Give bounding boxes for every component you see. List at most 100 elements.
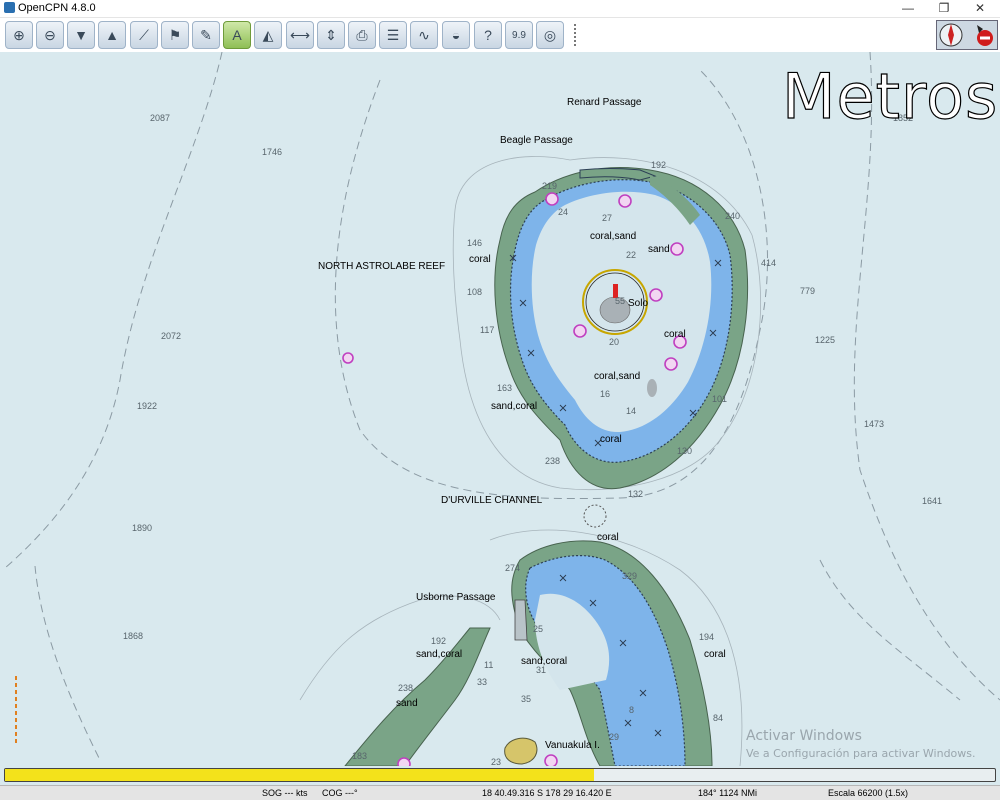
depth-sounding: 33 — [477, 677, 488, 687]
status-bar: SOG --- kts COG ---° 18 40.49.316 S 178 … — [0, 785, 1000, 800]
title-bar: OpenCPN 4.8.0 — ❐ ✕ — [0, 0, 1000, 18]
depth-sounding: 219 — [542, 181, 558, 191]
depth-sounding: 2072 — [161, 331, 182, 341]
depth-sounding: 8 — [629, 705, 635, 715]
depth-sounding: 132 — [628, 489, 644, 499]
bottom-label: coral,sand — [590, 231, 637, 242]
depth-sounding: 1473 — [864, 419, 885, 429]
bottom-label: coral,sand — [594, 371, 641, 382]
bottom-label: coral — [704, 649, 726, 660]
bottom-label: sand — [648, 244, 670, 255]
depth-sounding: 146 — [467, 238, 483, 248]
status-scale: Escala 66200 (1.5x) — [828, 788, 909, 798]
track-icon[interactable]: ◭ — [254, 21, 282, 49]
progress-fill — [5, 769, 595, 781]
bottom-label: sand,coral — [491, 401, 538, 412]
status-position: 18 40.49.316 S 178 29 16.420 E — [482, 788, 612, 798]
label-usborne-passage: Usborne Passage — [416, 592, 496, 603]
bottom-label: coral — [664, 329, 686, 340]
status-cog: COG ---° — [322, 788, 358, 798]
lifebuoy-icon[interactable]: ◎ — [536, 21, 564, 49]
depth-sounding: 779 — [800, 286, 816, 296]
depth-sounding: 183 — [352, 751, 368, 761]
close-button[interactable]: ✕ — [964, 0, 996, 17]
bottom-label: sand,coral — [416, 649, 463, 660]
depth-sounding: 35 — [521, 694, 532, 704]
depth-sounding: 192 — [431, 636, 447, 646]
depth-sounding: 11 — [484, 660, 494, 670]
toolbar-grip[interactable] — [574, 24, 580, 46]
depth-sounding: 192 — [651, 160, 667, 170]
bottom-label: coral — [597, 532, 619, 543]
depth-sounding: 31 — [536, 665, 547, 675]
chart-canvas[interactable]: Renard Passage Beagle Passage NORTH ASTR… — [0, 52, 1000, 766]
depth-sounding: 101 — [712, 394, 728, 404]
scale-out-icon[interactable]: ▲ — [98, 21, 126, 49]
depth-sounding: 1890 — [132, 523, 153, 533]
route-manager-icon[interactable]: ☰ — [379, 21, 407, 49]
depth-sounding: 22 — [626, 250, 637, 260]
depth-sounding: 23 — [491, 757, 502, 766]
depth-sounding: 25 — [533, 624, 544, 634]
depth-sounding: 1641 — [922, 496, 943, 506]
tide-icon[interactable]: ⇕ — [317, 21, 345, 49]
help-icon[interactable]: ? — [474, 21, 502, 49]
activation-watermark-subtitle: Ve a Configuración para activar Windows. — [746, 747, 976, 760]
label-solo-light: Solo — [628, 298, 649, 309]
depth-sounding: 29 — [609, 732, 620, 742]
zoom-out-icon[interactable]: ⊖ — [36, 21, 64, 49]
depth-sounding: 1225 — [815, 335, 836, 345]
depth-sounding: 108 — [467, 287, 483, 297]
ais-icon[interactable]: A — [223, 21, 251, 49]
route-icon[interactable]: ⟋ — [130, 21, 158, 49]
status-bearing-distance: 184° 1124 NMi — [698, 788, 757, 798]
bottom-label: sand — [396, 698, 418, 709]
measure-icon[interactable]: ⟷ — [286, 21, 314, 49]
window-title: OpenCPN 4.8.0 — [18, 2, 96, 14]
depth-sounding: 16 — [600, 389, 611, 399]
depth-sounding: 1868 — [123, 631, 144, 641]
label-vanuakula-island: Vanuakula I. — [545, 740, 600, 751]
depth-sounding: 14 — [626, 406, 637, 416]
restore-button[interactable]: ❐ — [928, 0, 960, 17]
tools-icon[interactable]: ✎ — [192, 21, 220, 49]
print-icon[interactable]: ⎙ — [348, 21, 376, 49]
depth-sounding: 27 — [602, 213, 613, 223]
label-beagle-passage: Beagle Passage — [500, 135, 573, 146]
mob-icon[interactable]: ⚑ — [161, 21, 189, 49]
depth-sounding: 163 — [497, 383, 513, 393]
depth-sounding: 84 — [713, 713, 724, 723]
label-durville-channel: D'URVILLE CHANNEL — [441, 495, 543, 506]
depth-sounding: 130 — [677, 446, 693, 456]
toolbar: ⊕ ⊖ ▼ ▲ ⟋ ⚑ ✎ A ◭ ⟷ ⇕ ⎙ ☰ ∿ ◒? 9.9 ◎ — [0, 18, 600, 52]
compass-widget[interactable] — [936, 20, 998, 50]
activation-watermark-title: Activar Windows — [746, 728, 862, 744]
depth-sounding: 20 — [609, 337, 620, 347]
app-icon — [4, 2, 15, 13]
depth-sounding: 1746 — [262, 147, 283, 157]
depth-units-overlay: Metros — [781, 59, 999, 133]
depth-sounding: 1922 — [137, 401, 158, 411]
depth-sounding: 414 — [761, 258, 777, 268]
depth-sounding: 274 — [505, 563, 521, 573]
depth-sounding: 238 — [398, 683, 414, 693]
bottom-label: coral — [600, 434, 622, 445]
depth-sounding: 194 — [699, 632, 715, 642]
status-sog: SOG --- kts — [262, 788, 308, 798]
current-icon[interactable]: ∿ — [410, 21, 438, 49]
depth-sounding: 240 — [725, 211, 741, 221]
minimize-button[interactable]: — — [892, 0, 924, 17]
scale-in-icon[interactable]: ▼ — [67, 21, 95, 49]
depth-sounding: 2087 — [150, 113, 171, 123]
bottom-label: coral — [469, 254, 491, 265]
depth-sounding: 24 — [558, 207, 569, 217]
version-icon[interactable]: 9.9 — [505, 21, 533, 49]
depth-sounding: 329 — [622, 571, 638, 581]
depth-sounding: 117 — [480, 325, 495, 335]
depth-sounding: 55 — [615, 296, 626, 306]
label-renard-passage: Renard Passage — [567, 97, 642, 108]
zoom-in-icon[interactable]: ⊕ — [5, 21, 33, 49]
label-north-astrolabe-reef: NORTH ASTROLABE REEF — [318, 261, 446, 272]
chart-load-progress — [4, 768, 996, 782]
color-scheme-icon[interactable]: ◒ — [442, 21, 470, 49]
